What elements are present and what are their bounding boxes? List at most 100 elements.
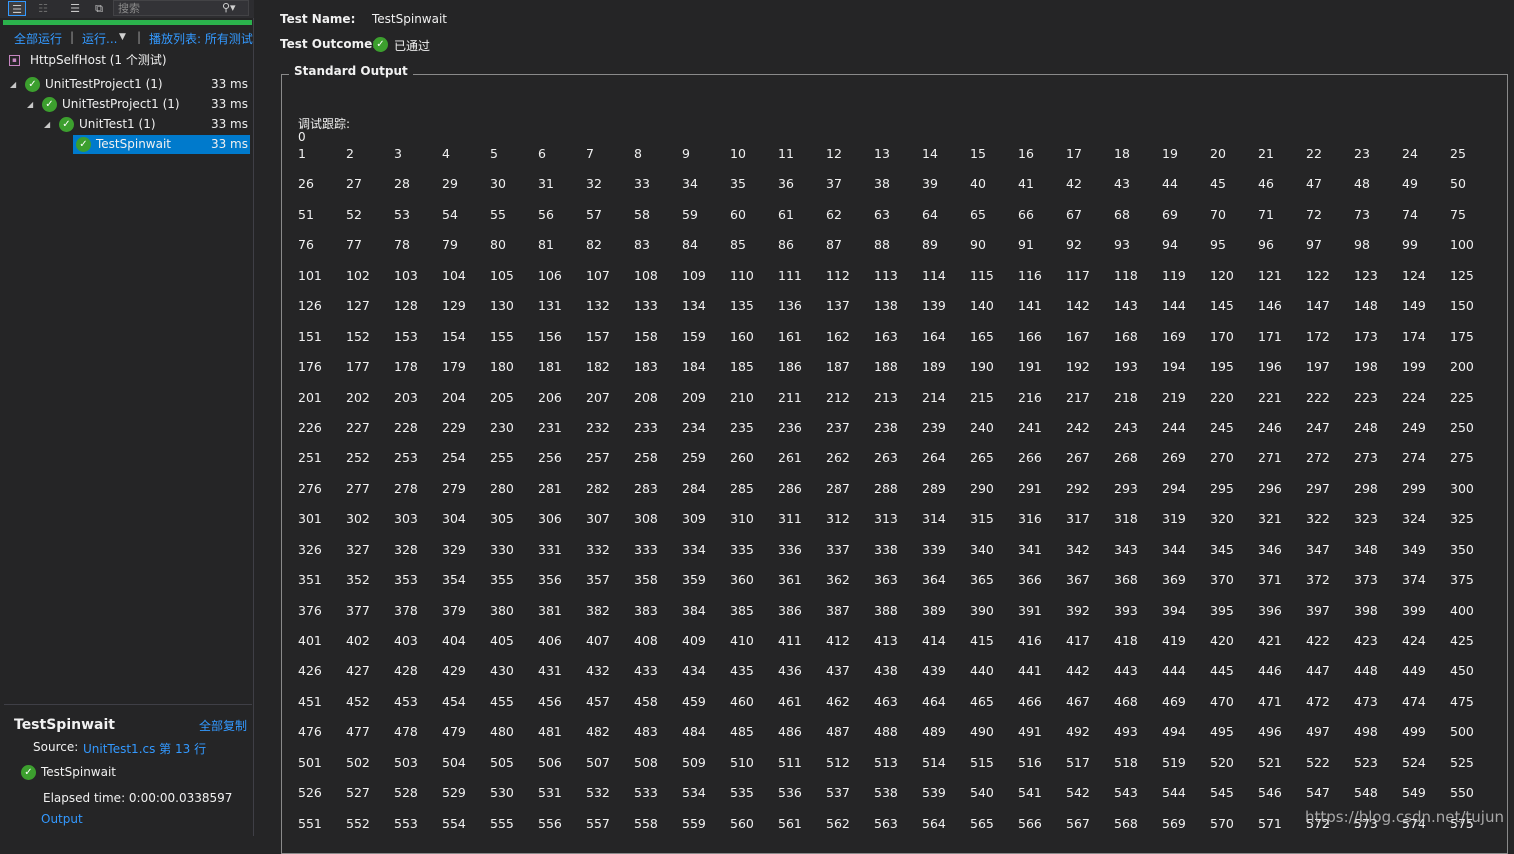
output-number: 42 (1066, 176, 1082, 192)
output-number: 458 (634, 693, 658, 709)
collapse-arrow-icon[interactable]: ◢ (27, 95, 33, 114)
output-number: 124 (1402, 267, 1426, 283)
output-number: 32 (586, 176, 602, 192)
output-number: 307 (586, 511, 610, 527)
group-by-icon[interactable]: ☰ (8, 1, 26, 16)
output-number: 304 (442, 511, 466, 527)
output-number: 400 (1450, 602, 1474, 618)
output-number: 519 (1162, 754, 1186, 770)
output-number: 301 (298, 511, 322, 527)
copy-all-link[interactable]: 全部复制 (199, 717, 247, 734)
tree-item-test-selected[interactable]: ✓ TestSpinwait 33 ms (0, 135, 252, 154)
collapse-arrow-icon[interactable]: ◢ (44, 115, 50, 134)
playlist-link[interactable]: 播放列表: 所有测试 (149, 30, 253, 47)
output-number: 242 (1066, 419, 1090, 435)
explorer-toolbar: ☰ ☷ ☰ ⧉ ⚲▾ (0, 0, 254, 18)
output-number: 262 (826, 450, 850, 466)
output-number: 55 (490, 206, 506, 222)
output-number: 157 (586, 328, 610, 344)
output-number: 296 (1258, 480, 1282, 496)
output-number: 306 (538, 511, 562, 527)
output-number: 308 (634, 511, 658, 527)
output-number: 343 (1114, 541, 1138, 557)
output-number: 316 (1018, 511, 1042, 527)
run-all-link[interactable]: 全部运行 (14, 30, 62, 47)
output-number: 104 (442, 267, 466, 283)
output-link[interactable]: Output (41, 812, 83, 826)
output-number: 382 (586, 602, 610, 618)
output-number: 225 (1450, 389, 1474, 405)
run-menu-link[interactable]: 运行... (82, 30, 117, 47)
output-number: 518 (1114, 754, 1138, 770)
output-number: 464 (922, 693, 946, 709)
output-number: 273 (1354, 450, 1378, 466)
output-number: 17 (1066, 146, 1082, 161)
output-number: 230 (490, 419, 514, 435)
output-number: 241 (1018, 419, 1042, 435)
action-bar: 全部运行 | 运行... ▼ | 播放列表: 所有测试 (0, 30, 254, 46)
output-number: 85 (730, 237, 746, 253)
hierarchy-view-icon[interactable]: ☷ (34, 1, 52, 16)
output-number: 454 (442, 693, 466, 709)
output-number: 370 (1210, 572, 1234, 588)
output-number: 410 (730, 633, 754, 648)
output-number: 471 (1258, 693, 1282, 709)
output-number: 473 (1354, 693, 1378, 709)
output-number: 62 (826, 206, 842, 222)
output-number: 503 (394, 754, 418, 770)
test-progress-bar (3, 20, 252, 25)
tree-item-label: UnitTest1 (1) (79, 117, 156, 131)
output-number: 513 (874, 754, 898, 770)
output-number: 224 (1402, 389, 1426, 405)
output-number: 303 (394, 511, 418, 527)
output-number: 187 (826, 359, 850, 375)
passed-icon: ✓ (373, 37, 388, 52)
output-number: 172 (1306, 328, 1330, 344)
output-number: 392 (1066, 602, 1090, 618)
output-number: 24 (1402, 146, 1418, 161)
output-number: 191 (1018, 359, 1042, 375)
output-number: 63 (874, 206, 890, 222)
output-number: 320 (1210, 511, 1234, 527)
output-number: 226 (298, 419, 322, 435)
output-number: 284 (682, 480, 706, 496)
search-icon[interactable]: ⚲▾ (222, 1, 236, 15)
output-number: 251 (298, 450, 322, 466)
output-number: 479 (442, 724, 466, 740)
output-number: 398 (1354, 602, 1378, 618)
output-number: 150 (1450, 298, 1474, 314)
tree-item-project[interactable]: ◢ ✓ UnitTestProject1 (1) 33 ms (0, 75, 252, 94)
output-number: 267 (1066, 450, 1090, 466)
chevron-down-icon[interactable]: ▼ (119, 32, 126, 42)
output-number: 474 (1402, 693, 1426, 709)
output-number: 390 (970, 602, 994, 618)
collapse-arrow-icon[interactable]: ◢ (10, 75, 16, 94)
tree-item-class[interactable]: ◢ ✓ UnitTest1 (1) 33 ms (0, 115, 252, 134)
output-number: 434 (682, 663, 706, 679)
tree-item-solution[interactable]: ▪ HttpSelfHost (1 个测试) (0, 51, 252, 70)
output-number: 147 (1306, 298, 1330, 314)
output-number: 21 (1258, 146, 1274, 161)
separator: | (70, 30, 75, 44)
output-number: 460 (730, 693, 754, 709)
output-number: 411 (778, 633, 802, 648)
source-link[interactable]: UnitTest1.cs 第 13 行 (83, 740, 206, 757)
output-number: 176 (298, 359, 322, 375)
search-input[interactable] (114, 1, 226, 15)
tree-item-namespace[interactable]: ◢ ✓ UnitTestProject1 (1) 33 ms (0, 95, 252, 114)
output-number: 348 (1354, 541, 1378, 557)
output-number: 249 (1402, 419, 1426, 435)
output-number: 232 (586, 419, 610, 435)
output-number: 78 (394, 237, 410, 253)
output-number: 70 (1210, 206, 1226, 222)
output-number: 539 (922, 785, 946, 801)
output-number: 457 (586, 693, 610, 709)
output-number: 336 (778, 541, 802, 557)
output-number: 561 (778, 815, 802, 831)
copy-window-icon[interactable]: ⧉ (90, 1, 108, 16)
output-number: 404 (442, 633, 466, 648)
output-number: 424 (1402, 633, 1426, 648)
expand-all-icon[interactable]: ☰ (66, 1, 84, 16)
output-number: 154 (442, 328, 466, 344)
output-number: 13 (874, 146, 890, 161)
